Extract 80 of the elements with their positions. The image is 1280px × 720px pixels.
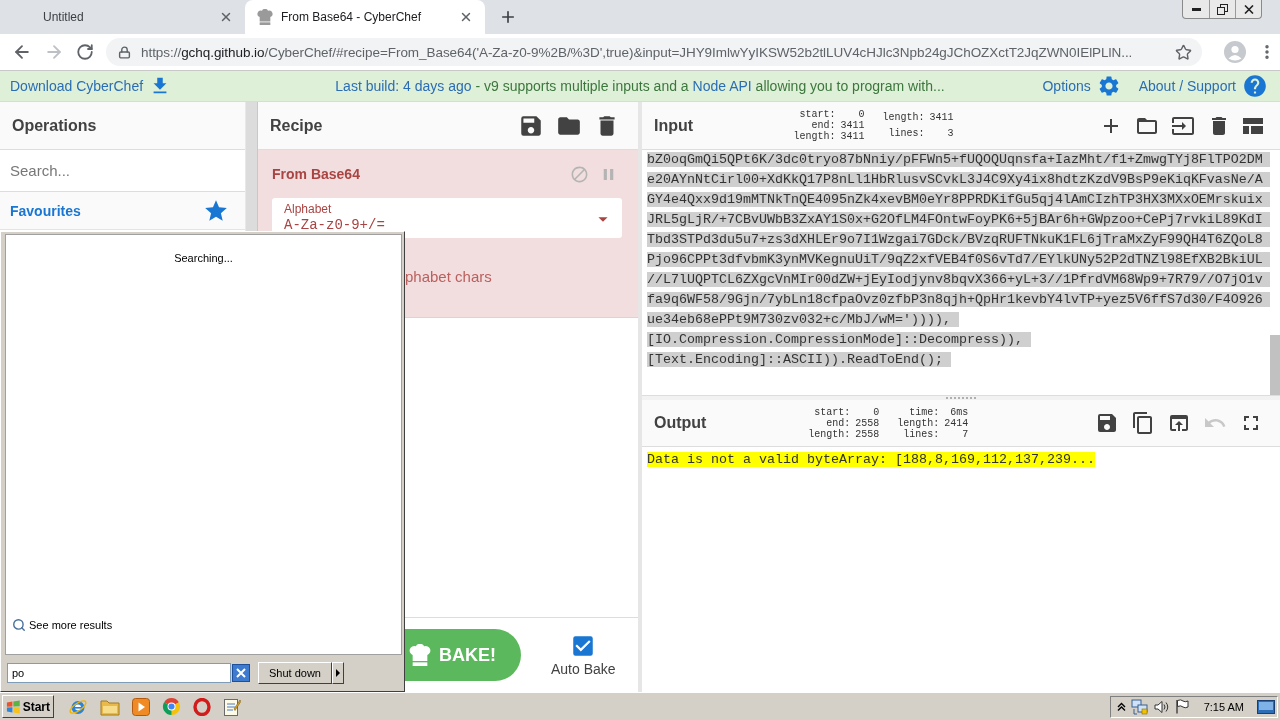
lock-icon xyxy=(118,45,131,59)
pane-title: Input xyxy=(654,116,694,135)
bookmark-star-icon[interactable] xyxy=(1175,43,1192,61)
close-icon xyxy=(236,668,246,678)
stat-label: lines: xyxy=(887,128,925,140)
new-tab-icon[interactable] xyxy=(499,8,517,26)
shutdown-options-button[interactable] xyxy=(332,662,344,684)
scrollbar-thumb[interactable] xyxy=(1270,335,1280,395)
pane-title: Operations xyxy=(12,116,97,135)
more-results-link[interactable]: See more results xyxy=(29,619,113,631)
chef-hat-icon xyxy=(409,644,431,666)
flag-icon[interactable] xyxy=(1174,699,1189,714)
option-label: phabet chars xyxy=(405,267,492,287)
back-icon[interactable] xyxy=(12,42,32,62)
pane-title: Output xyxy=(654,414,707,432)
start-logo-icon xyxy=(6,699,21,714)
layout-icon[interactable] xyxy=(1243,117,1263,134)
stat-value: 2558 xyxy=(855,428,880,440)
stat-value: 3411 xyxy=(929,111,954,123)
search-status: Searching... xyxy=(174,252,233,264)
minimize-icon xyxy=(1191,7,1201,11)
stat-value: 3 xyxy=(946,128,954,140)
checkbox-label: Auto Bake xyxy=(551,661,616,677)
stat-value: 3411 xyxy=(840,131,865,142)
stat-label: length: xyxy=(808,428,851,440)
restore-icon xyxy=(1217,3,1228,15)
stat-label: start: xyxy=(798,109,836,120)
reload-icon[interactable] xyxy=(76,43,94,61)
field-value: A-Za-z0-9+/= xyxy=(284,217,385,233)
close-icon[interactable] xyxy=(459,10,473,24)
browser-tab[interactable]: Untitled xyxy=(0,0,245,34)
notice-link[interactable]: Last build: 4 days ago xyxy=(335,78,472,94)
ring-icon[interactable] xyxy=(193,697,211,716)
notice-link[interactable]: Node API xyxy=(692,78,752,94)
operation-title: From Base64 xyxy=(272,166,360,182)
output-text: Data is not a valid byteArray: [188,8,169,112,137,239... xyxy=(647,452,1095,467)
stat-label: time: xyxy=(908,406,940,418)
options-link[interactable]: Options xyxy=(1042,78,1091,94)
speaker-icon[interactable] xyxy=(1153,699,1170,714)
stat-value: 2558 xyxy=(855,417,880,429)
close-icon[interactable] xyxy=(219,10,233,24)
desktop-icon[interactable] xyxy=(1257,699,1275,714)
stat-label: end: xyxy=(825,417,851,429)
stat-label: length: xyxy=(882,111,925,123)
address-field[interactable]: https://gchq.github.io/CyberChef/#recipe=From_Base64('A-Za-z0-9%2B/%3D',true)&input=JHY9ImlwYyIKSW52b2tlLUV4cHJlc3Npb24gJChOZXctT2JqZWN0IElPLlN... xyxy=(106,38,1202,66)
stat-label: length: xyxy=(793,131,836,142)
clock-text: 7:15 AM xyxy=(1203,700,1244,713)
stat-value: 6ms xyxy=(949,406,969,418)
select-field[interactable]: Alphabet A-Za-z0-9+/= xyxy=(272,198,622,238)
field-label: Alphabet xyxy=(284,202,332,217)
copy-icon[interactable] xyxy=(1131,411,1155,435)
about-link[interactable]: About / Support xyxy=(1138,78,1236,94)
start-button[interactable]: Start xyxy=(2,695,54,718)
stat-value: 7 xyxy=(961,428,969,440)
url-text: https://gchq.github.io/CyberChef/#recipe=From_Base64('A-Za-z0-9%2B/%3D',true)&input=JHY9ImlwYyIKSW52b2tlLUV4cHJlc3Npb24gJChOZXctT2JqZWN0IElPLlN... xyxy=(141,44,1134,60)
category-item[interactable]: Favourites xyxy=(0,192,245,230)
download-link[interactable]: Download CyberChef xyxy=(10,78,144,94)
save-icon[interactable] xyxy=(1095,411,1119,435)
stat-value: 0 xyxy=(857,109,865,120)
stat-label: end: xyxy=(810,120,836,131)
chevron-up-icon[interactable] xyxy=(1116,702,1126,711)
search-icon xyxy=(12,618,26,632)
stat-label: length: xyxy=(897,417,940,429)
pane-title: Recipe xyxy=(270,116,323,135)
media-player-icon[interactable] xyxy=(132,697,150,716)
help-icon[interactable] xyxy=(1242,73,1268,99)
stat-value: 0 xyxy=(872,406,880,418)
shutdown-button[interactable]: Shut down xyxy=(258,662,332,684)
notepad-icon[interactable] xyxy=(223,697,241,716)
segmented-circle-icon[interactable] xyxy=(162,697,181,716)
clear-button[interactable] xyxy=(232,664,250,682)
stat-value: 2414 xyxy=(944,417,969,429)
close-icon xyxy=(1243,4,1254,14)
build-notice: Last build: 4 days ago - v9 supports multiple inputs and a Node API allowing you to program with... xyxy=(335,78,945,94)
caret-icon xyxy=(336,669,340,677)
stat-label: lines: xyxy=(902,428,940,440)
browser-tab[interactable]: From Base64 - CyberChef xyxy=(245,0,485,34)
stat-value: 3411 xyxy=(840,120,865,131)
stat-label: start: xyxy=(813,406,851,418)
start-search-field[interactable]: po xyxy=(7,663,231,683)
